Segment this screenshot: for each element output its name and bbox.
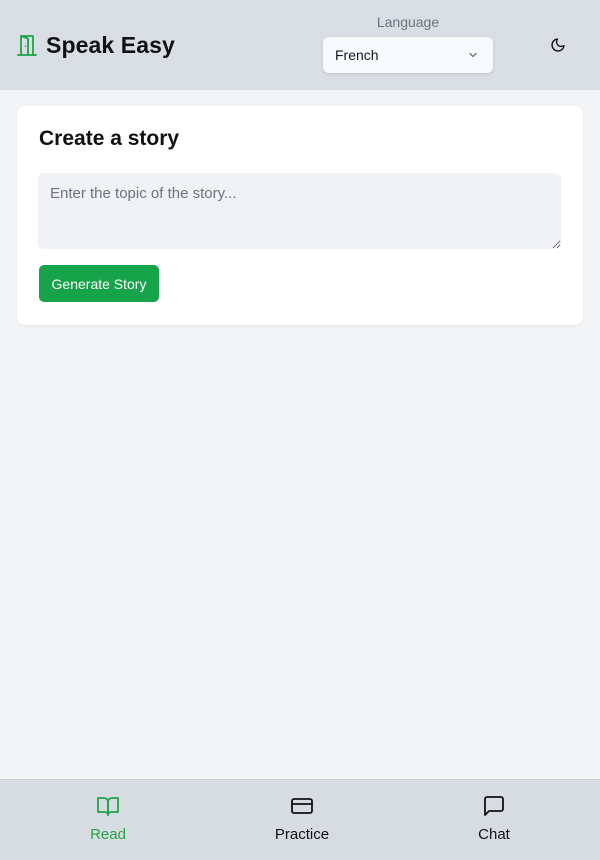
card-icon [291,798,313,814]
create-story-card: Create a story Generate Story [17,106,583,325]
bottom-nav: Read Practice Chat [0,779,600,860]
nav-label-read: Read [90,826,126,843]
generate-story-button[interactable]: Generate Story [39,265,159,302]
theme-toggle-button[interactable] [546,33,570,57]
app-header: Speak Easy Language French [0,0,600,90]
topic-input[interactable] [38,173,561,249]
moon-icon [551,38,565,52]
language-select[interactable]: French [323,37,493,73]
card-title: Create a story [39,127,180,150]
nav-label-chat: Chat [478,826,510,843]
app-title: Speak Easy [46,31,175,58]
brand[interactable]: Speak Easy [16,31,175,59]
nav-item-practice[interactable]: Practice [247,794,357,850]
door-icon [17,35,37,56]
nav-item-chat[interactable]: Chat [439,794,549,850]
chevron-down-icon [469,52,477,58]
book-open-icon [97,797,119,816]
language-label: Language [376,14,440,30]
nav-item-read[interactable]: Read [53,794,163,850]
message-square-icon [484,796,504,816]
language-selected-value: French [335,47,379,63]
nav-label-practice: Practice [274,826,330,843]
